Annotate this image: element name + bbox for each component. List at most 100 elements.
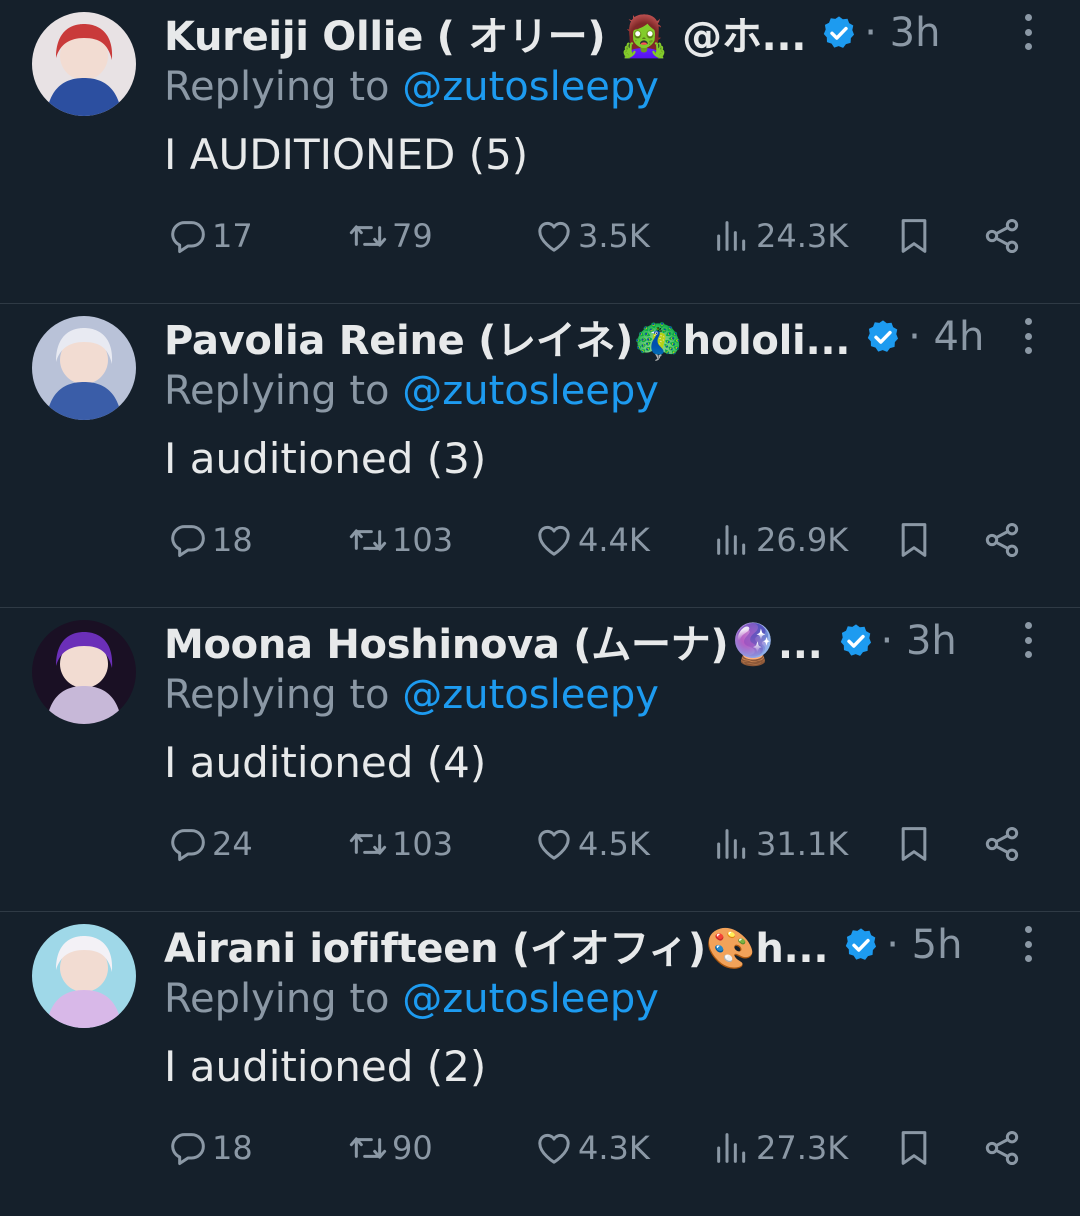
tweet-text: I AUDITIONED (5) xyxy=(164,130,529,179)
heart-icon xyxy=(538,221,570,252)
retweet-button[interactable]: 79 xyxy=(348,208,433,264)
avatar[interactable] xyxy=(32,316,136,420)
share-button[interactable] xyxy=(982,816,1022,872)
bookmark-icon xyxy=(901,219,927,253)
tweet[interactable]: Moona Hoshinova (ムーナ)🔮... · 3h Replying … xyxy=(0,608,1080,912)
verified-badge-icon xyxy=(842,926,880,964)
share-button[interactable] xyxy=(982,208,1022,264)
retweet-count: 79 xyxy=(392,217,433,255)
tweet-header: Airani iofifteen (イオフィ)🎨h... · 5h xyxy=(164,920,1080,972)
more-options-icon[interactable] xyxy=(1018,14,1038,50)
heart-icon xyxy=(538,829,570,860)
views-button[interactable]: 26.9K xyxy=(712,512,848,568)
view-count: 27.3K xyxy=(756,1129,849,1167)
reply-icon xyxy=(171,1133,205,1165)
share-icon xyxy=(985,523,1019,557)
timestamp[interactable]: · 5h xyxy=(886,922,962,968)
bookmark-button[interactable] xyxy=(894,816,934,872)
avatar[interactable] xyxy=(32,924,136,1028)
retweet-icon xyxy=(349,1137,387,1159)
like-button[interactable]: 4.4K xyxy=(534,512,650,568)
timestamp[interactable]: · 3h xyxy=(881,618,957,664)
replying-to: Replying to @zutosleepy xyxy=(164,64,659,110)
tweet-header: Pavolia Reine (レイネ)🦚hololi... · 4h xyxy=(164,312,1080,364)
tweet[interactable]: Pavolia Reine (レイネ)🦚hololi... · 4h Reply… xyxy=(0,304,1080,608)
display-name[interactable]: Airani iofifteen (イオフィ)🎨h... xyxy=(164,916,829,974)
tweet[interactable]: Airani iofifteen (イオフィ)🎨h... · 5h Replyi… xyxy=(0,912,1080,1216)
share-icon xyxy=(985,219,1019,253)
replying-handle-link[interactable]: @zutosleepy xyxy=(402,672,659,718)
replying-handle-link[interactable]: @zutosleepy xyxy=(402,64,659,110)
more-options-icon[interactable] xyxy=(1018,318,1038,354)
bookmark-icon xyxy=(901,523,927,557)
more-options-icon[interactable] xyxy=(1018,622,1038,658)
bookmark-button[interactable] xyxy=(894,208,934,264)
tweet-header: Kureiji Ollie ( オリー) 🧟‍♀️ @ホ... · 3h xyxy=(164,8,1080,60)
views-icon xyxy=(717,829,746,859)
retweet-button[interactable]: 90 xyxy=(348,1120,433,1176)
reply-feed: Kureiji Ollie ( オリー) 🧟‍♀️ @ホ... · 3h Rep… xyxy=(0,0,1080,1216)
replying-prefix: Replying to xyxy=(164,368,403,414)
heart-icon xyxy=(538,525,570,556)
bookmark-button[interactable] xyxy=(894,512,934,568)
views-button[interactable]: 31.1K xyxy=(712,816,848,872)
reply-button[interactable]: 24 xyxy=(168,816,253,872)
display-name[interactable]: Kureiji Ollie ( オリー) 🧟‍♀️ @ホ... xyxy=(164,4,807,62)
display-name[interactable]: Moona Hoshinova (ムーナ)🔮... xyxy=(164,612,823,670)
retweet-icon xyxy=(349,529,387,551)
like-button[interactable]: 4.5K xyxy=(534,816,650,872)
replying-prefix: Replying to xyxy=(164,976,403,1022)
avatar-image xyxy=(32,924,136,1028)
like-button[interactable]: 4.3K xyxy=(534,1120,650,1176)
reply-count: 18 xyxy=(212,521,253,559)
avatar-image xyxy=(32,12,136,116)
verified-badge-icon xyxy=(864,318,902,356)
tweet[interactable]: Kureiji Ollie ( オリー) 🧟‍♀️ @ホ... · 3h Rep… xyxy=(0,0,1080,304)
share-button[interactable] xyxy=(982,512,1022,568)
avatar[interactable] xyxy=(32,12,136,116)
reply-icon xyxy=(171,525,205,557)
view-count: 31.1K xyxy=(756,825,849,863)
retweet-count: 103 xyxy=(392,825,454,863)
verified-badge-icon xyxy=(837,622,875,660)
view-count: 26.9K xyxy=(756,521,849,559)
views-icon xyxy=(717,525,746,555)
action-bar: 18 103 4.4K 26.9K xyxy=(164,512,1080,568)
tweet-text: I auditioned (2) xyxy=(164,1042,487,1091)
like-count: 4.4K xyxy=(578,521,650,559)
share-button[interactable] xyxy=(982,1120,1022,1176)
reply-icon xyxy=(171,829,205,861)
reply-button[interactable]: 17 xyxy=(168,208,253,264)
views-button[interactable]: 24.3K xyxy=(712,208,848,264)
replying-prefix: Replying to xyxy=(164,672,403,718)
reply-button[interactable]: 18 xyxy=(168,1120,253,1176)
like-count: 4.5K xyxy=(578,825,650,863)
replying-to: Replying to @zutosleepy xyxy=(164,672,659,718)
retweet-count: 90 xyxy=(392,1129,433,1167)
replying-handle-link[interactable]: @zutosleepy xyxy=(402,368,659,414)
action-bar: 24 103 4.5K 31.1K xyxy=(164,816,1080,872)
avatar[interactable] xyxy=(32,620,136,724)
views-icon xyxy=(717,221,746,251)
retweet-count: 103 xyxy=(392,521,454,559)
replying-to: Replying to @zutosleepy xyxy=(164,368,659,414)
timestamp[interactable]: · 4h xyxy=(908,314,984,360)
display-name[interactable]: Pavolia Reine (レイネ)🦚hololi... xyxy=(164,308,850,366)
tweet-header: Moona Hoshinova (ムーナ)🔮... · 3h xyxy=(164,616,1080,668)
action-bar: 18 90 4.3K 27.3K xyxy=(164,1120,1080,1176)
bookmark-icon xyxy=(901,827,927,861)
bookmark-button[interactable] xyxy=(894,1120,934,1176)
reply-button[interactable]: 18 xyxy=(168,512,253,568)
timestamp[interactable]: · 3h xyxy=(864,10,940,56)
replying-handle-link[interactable]: @zutosleepy xyxy=(402,976,659,1022)
more-options-icon[interactable] xyxy=(1018,926,1038,962)
view-count: 24.3K xyxy=(756,217,849,255)
replying-to: Replying to @zutosleepy xyxy=(164,976,659,1022)
like-button[interactable]: 3.5K xyxy=(534,208,650,264)
views-button[interactable]: 27.3K xyxy=(712,1120,848,1176)
retweet-icon xyxy=(349,225,387,247)
retweet-button[interactable]: 103 xyxy=(348,512,453,568)
retweet-button[interactable]: 103 xyxy=(348,816,453,872)
avatar-image xyxy=(32,620,136,724)
tweet-text: I auditioned (3) xyxy=(164,434,487,483)
